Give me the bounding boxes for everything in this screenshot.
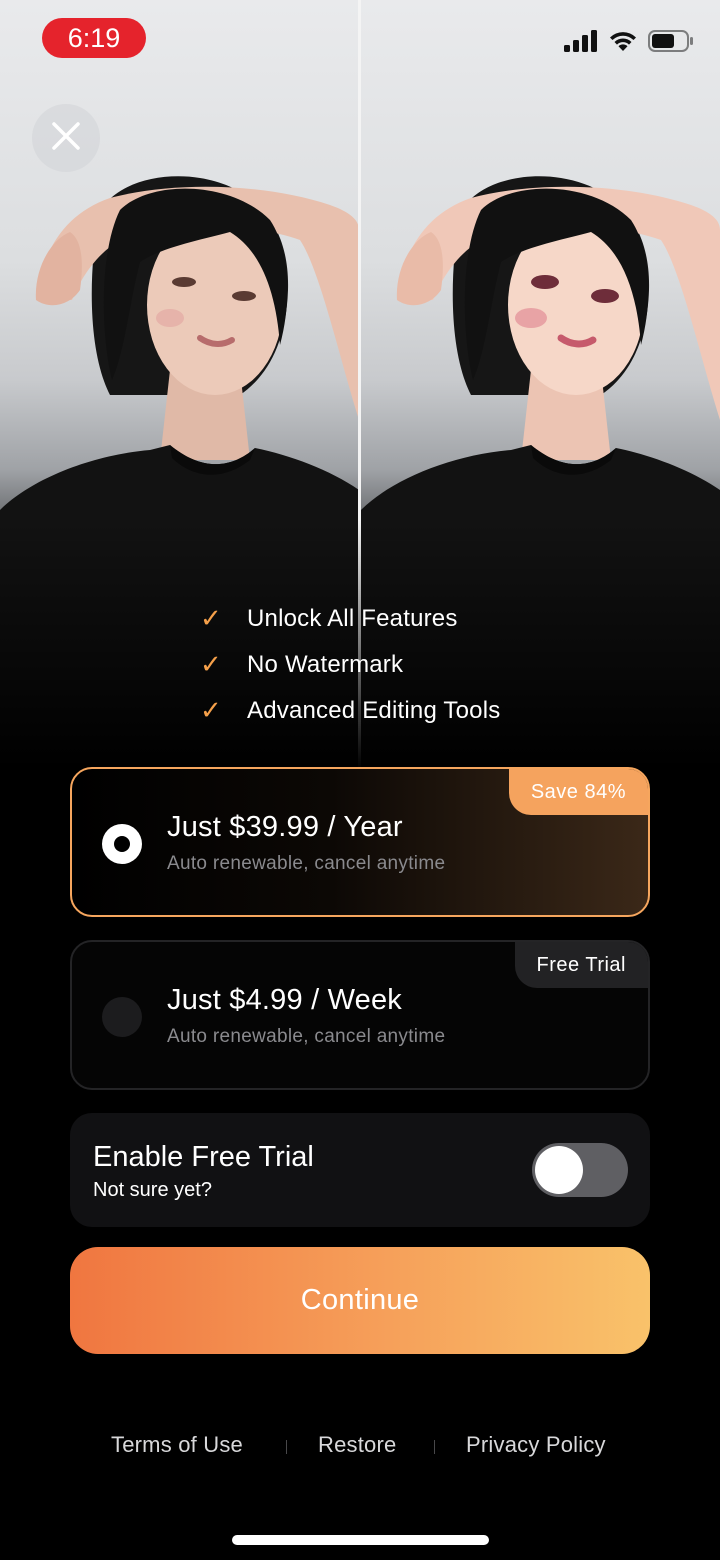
terms-of-use-link[interactable]: Terms of Use <box>111 1432 243 1458</box>
checkmark-icon: ✓ <box>200 604 222 634</box>
feature-item: ✓ No Watermark <box>200 642 500 688</box>
checkmark-icon: ✓ <box>200 696 222 726</box>
feature-item: ✓ Unlock All Features <box>200 596 500 642</box>
footer-links: Terms of Use Restore Privacy Policy <box>0 1424 720 1468</box>
home-indicator[interactable] <box>232 1535 489 1545</box>
battery-icon <box>648 30 694 57</box>
feature-label: Unlock All Features <box>247 605 458 632</box>
status-bar: 6:19 <box>0 0 720 80</box>
toggle-knob <box>535 1146 583 1194</box>
plan-subtitle: Auto renewable, cancel anytime <box>167 853 446 874</box>
close-icon <box>51 121 81 156</box>
checkmark-icon: ✓ <box>200 650 222 680</box>
wifi-icon <box>608 30 638 57</box>
footer-divider <box>434 1440 435 1454</box>
close-button[interactable] <box>32 104 100 172</box>
footer-divider <box>286 1440 287 1454</box>
feature-list: ✓ Unlock All Features ✓ No Watermark ✓ A… <box>200 596 500 734</box>
radio-button-selected[interactable] <box>102 824 142 864</box>
plan-option-yearly[interactable]: Just $39.99 / Year Auto renewable, cance… <box>70 767 650 917</box>
status-icons <box>564 30 694 57</box>
status-time: 6:19 <box>42 18 146 58</box>
plan-option-weekly[interactable]: Just $4.99 / Week Auto renewable, cancel… <box>70 940 650 1090</box>
feature-label: Advanced Editing Tools <box>247 697 501 724</box>
free-trial-title: Enable Free Trial <box>93 1141 314 1173</box>
free-trial-badge: Free Trial <box>514 942 648 988</box>
free-trial-toggle[interactable] <box>532 1143 628 1197</box>
radio-button-unselected[interactable] <box>102 997 142 1037</box>
free-trial-subtitle: Not sure yet? <box>93 1179 212 1201</box>
restore-link[interactable]: Restore <box>318 1432 396 1458</box>
feature-item: ✓ Advanced Editing Tools <box>200 688 500 734</box>
feature-label: No Watermark <box>247 651 404 678</box>
save-badge: Save 84% <box>508 769 648 815</box>
plan-title: Just $4.99 / Week <box>167 984 402 1016</box>
cellular-signal-icon <box>564 30 598 57</box>
continue-button[interactable]: Continue <box>70 1247 650 1354</box>
plan-subtitle: Auto renewable, cancel anytime <box>167 1026 446 1047</box>
free-trial-row: Enable Free Trial Not sure yet? <box>70 1113 650 1227</box>
plan-title: Just $39.99 / Year <box>167 811 403 843</box>
privacy-policy-link[interactable]: Privacy Policy <box>466 1432 606 1458</box>
